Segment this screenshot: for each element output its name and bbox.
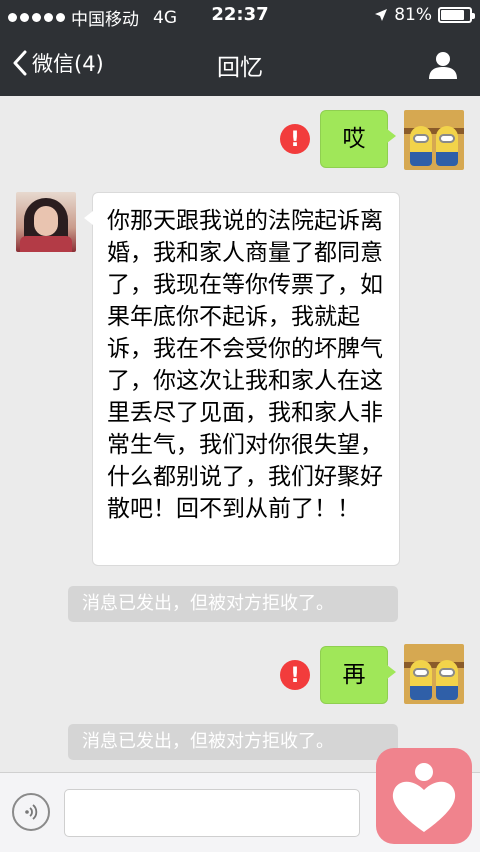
heart-icon xyxy=(392,763,456,832)
notice-text: 消息已发出，但被对方拒收了。 xyxy=(82,593,334,614)
battery-percent: 81% xyxy=(394,5,432,25)
contact-avatar[interactable] xyxy=(16,192,76,252)
error-mark: ! xyxy=(290,127,300,151)
navigation-bar: 微信(4) 回忆 xyxy=(0,32,480,96)
status-right: 81% xyxy=(374,5,475,25)
floating-app-button[interactable] xyxy=(376,748,472,844)
message-text: 再 xyxy=(342,662,366,688)
message-text: 你那天跟我说的法院起诉离婚，我和家人商量了都同意了，我现在等你传票了，如果年底你… xyxy=(107,208,383,522)
battery-icon xyxy=(438,7,475,23)
voice-icon xyxy=(25,804,38,820)
chat-title: 回忆 xyxy=(217,55,263,81)
voice-input-button[interactable] xyxy=(12,793,50,831)
status-bar: 中国移动 4G 22:37 81% xyxy=(0,0,480,32)
chat-area[interactable]: ! 哎 你那天跟我说的法院起诉离婚，我和家人商量了都同意了，我现在等你传票了，如… xyxy=(0,96,480,772)
message-text: 哎 xyxy=(342,126,366,152)
my-avatar[interactable] xyxy=(404,110,464,170)
notice-text: 消息已发出，但被对方拒收了。 xyxy=(82,731,334,752)
message-input[interactable] xyxy=(64,789,360,837)
received-message[interactable]: 你那天跟我说的法院起诉离婚，我和家人商量了都同意了，我现在等你传票了，如果年底你… xyxy=(84,192,400,566)
sent-message[interactable]: 哎 xyxy=(320,110,396,168)
sent-message[interactable]: 再 xyxy=(320,646,396,704)
send-failed-icon[interactable]: ! xyxy=(280,124,310,154)
person-icon[interactable] xyxy=(428,50,458,80)
error-mark: ! xyxy=(290,663,300,687)
battery-fill xyxy=(441,10,464,20)
location-arrow-icon xyxy=(375,9,388,21)
rejected-notice: 消息已发出，但被对方拒收了。 xyxy=(68,724,398,760)
send-failed-icon[interactable]: ! xyxy=(280,660,310,690)
my-avatar[interactable] xyxy=(404,644,464,704)
rejected-notice: 消息已发出，但被对方拒收了。 xyxy=(68,586,398,622)
